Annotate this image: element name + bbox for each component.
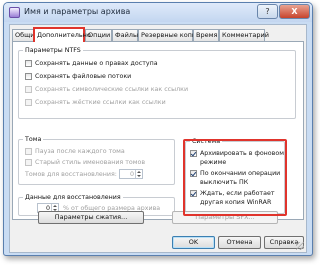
checkbox-label: Сохранять данные о правах доступа [35,60,158,67]
checkbox-box [25,99,32,106]
checkbox-label: Пауза после каждого тома [35,148,125,155]
checkbox-box[interactable] [190,170,197,177]
window-title: Имя и параметры архива [24,7,131,16]
ntfs-group-title: Параметры NTFS [23,46,83,55]
spinner-arrows-icon [135,170,142,178]
checkbox-box[interactable] [25,60,32,67]
checkbox-box[interactable] [25,73,32,80]
tab-backup[interactable]: Резервные копии [138,29,200,41]
checkbox-label: Сохранять символические ссылки как ссылк… [35,86,189,93]
recovery-volumes-label: Томов для восстановления: [25,171,117,178]
tab-general[interactable]: Общие [12,29,38,41]
system-group: Система Архивировать в фоновом режиме По… [185,137,285,214]
checkbox-box[interactable] [190,190,197,197]
checkbox-label: Сохранять жёсткие ссылки как ссылки [35,99,166,106]
ok-button[interactable]: OK [172,236,215,249]
checkbox-label: Старый стиль именования томов [35,159,146,166]
tab-advanced[interactable]: Дополнительно [33,27,91,42]
spinner-value: 0 [129,171,134,178]
volumes-group: Тома Пауза после каждого тома Старый сти… [18,135,175,185]
resize-grip-icon[interactable] [296,242,304,250]
help-title-button[interactable]: ? [257,4,278,19]
checkbox-box[interactable] [190,150,197,157]
close-button[interactable]: X [279,4,310,19]
advanced-tab-panel: Параметры NTFS Сохранять данные о правах… [12,41,304,220]
tab-comment[interactable]: Комментарий [219,29,269,41]
dialog-window: Имя и параметры архива ? X Общие Дополни… [3,2,313,256]
recovery-volumes-spinner: 0 [119,169,143,179]
checkbox-box [25,148,32,155]
checkbox-label: Архивировать в фоновом режиме [200,150,284,166]
ntfs-group: Параметры NTFS Сохранять данные о правах… [18,46,296,119]
winrar-archive-icon [9,7,20,18]
system-group-title: Система [190,137,223,146]
recovery-record-title: Данные для восстановления [23,193,123,202]
compression-params-button[interactable]: Параметры сжатия... [38,211,144,224]
checkbox-label: По окончании операции выключить ПК [200,170,281,186]
sfx-params-button: Параметры SFX... [172,211,278,224]
tab-time[interactable]: Время [193,29,219,41]
cancel-button[interactable]: Отмена [218,236,261,249]
title-bar[interactable]: Имя и параметры архива ? X [4,3,312,22]
checkbox-label: Сохранять файловые потоки [35,73,132,80]
tab-files[interactable]: Файлы [112,29,138,41]
dialog-client: Общие Дополнительно Опции Файлы Резервны… [9,24,307,253]
checkbox-box [25,159,32,166]
checkbox-label: Ждать, если работает другая копия WinRAR [200,190,275,206]
volumes-group-title: Тома [23,135,44,144]
checkbox-box [25,86,32,93]
